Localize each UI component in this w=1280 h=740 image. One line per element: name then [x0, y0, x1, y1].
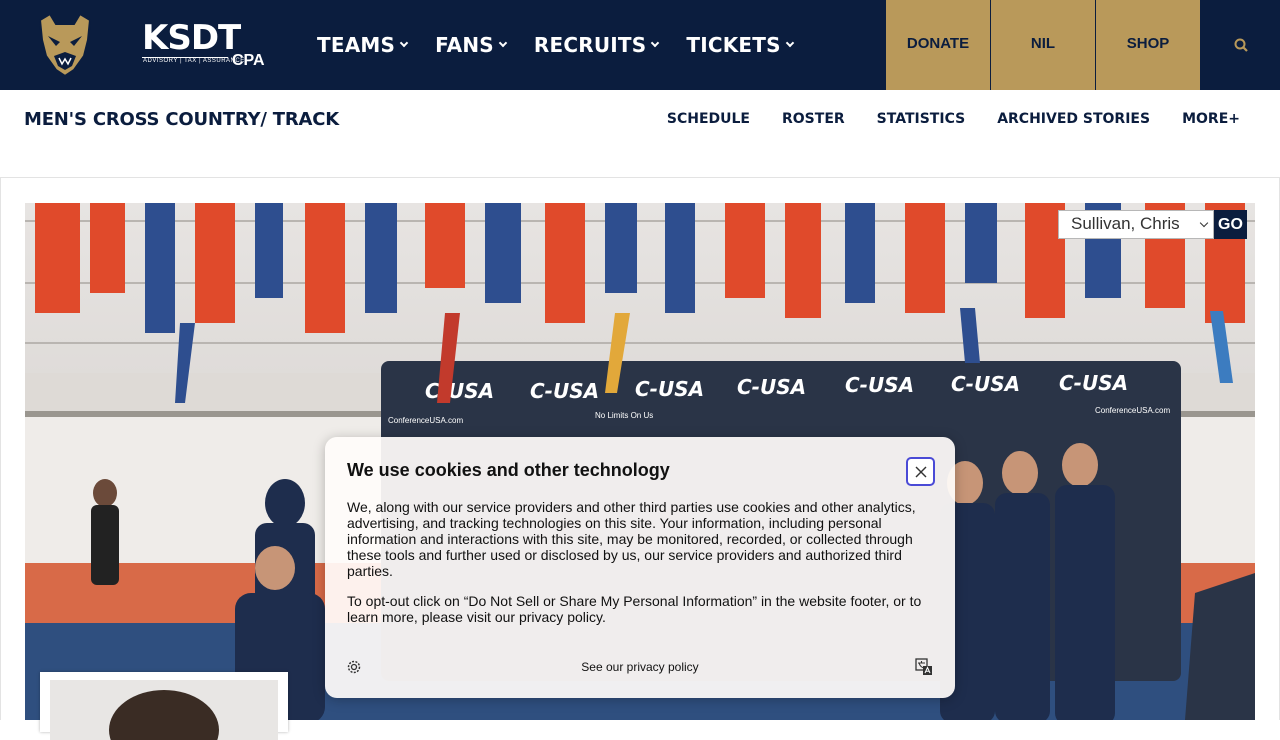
subnav-schedule[interactable]: SCHEDULE	[667, 111, 750, 127]
svg-text:C-USA: C-USA	[530, 379, 599, 403]
player-select[interactable]: Sullivan, Chris	[1058, 210, 1214, 239]
banner-url: ConferenceUSA.com	[388, 416, 463, 425]
panther-logo[interactable]	[34, 12, 96, 78]
close-button[interactable]	[906, 457, 935, 486]
nav-fans-label: FANS	[435, 33, 494, 57]
nav-teams[interactable]: TEAMS	[317, 30, 409, 60]
top-navigation-bar: KSDT ADVISORY | TAX | ASSURANCE CPA TEAM…	[0, 0, 1280, 90]
donate-button[interactable]: DONATE	[886, 0, 990, 90]
banner-brand: C-USA	[425, 379, 494, 403]
search-icon	[1234, 38, 1248, 52]
nav-teams-label: TEAMS	[317, 33, 396, 57]
svg-text:C-USA: C-USA	[1059, 371, 1128, 395]
player-headshot	[50, 680, 278, 740]
close-icon	[915, 466, 926, 477]
cookie-optout-text: To opt-out click on “Do Not Sell or Shar…	[347, 593, 922, 625]
chevron-down-icon	[785, 38, 794, 48]
privacy-policy-link[interactable]: See our privacy policy	[325, 660, 955, 674]
subnav-statistics[interactable]: STATISTICS	[877, 111, 966, 127]
sponsor-tagline: ADVISORY | TAX | ASSURANCE	[143, 58, 245, 64]
subnav-roster[interactable]: ROSTER	[782, 111, 845, 127]
sport-subnav: MEN'S CROSS COUNTRY/ TRACK SCHEDULE ROST…	[0, 90, 1280, 178]
chevron-down-icon	[399, 38, 409, 48]
translate-icon[interactable]	[915, 658, 933, 681]
banner-slogan: No Limits On Us	[595, 411, 653, 420]
sponsor-name: KSDT	[142, 18, 241, 58]
cookie-title: We use cookies and other technology	[347, 460, 670, 480]
sponsor-suffix: CPA	[232, 52, 265, 69]
sport-links: SCHEDULE ROSTER STATISTICS ARCHIVED STOR…	[635, 111, 1240, 127]
chevron-down-icon	[651, 38, 660, 48]
chevron-down-icon	[498, 38, 508, 48]
sponsor-logo[interactable]: KSDT ADVISORY | TAX | ASSURANCE CPA	[140, 20, 266, 72]
svg-text:ConferenceUSA.com: ConferenceUSA.com	[1095, 406, 1170, 415]
nav-fans[interactable]: FANS	[435, 30, 508, 60]
svg-text:C-USA: C-USA	[845, 373, 914, 397]
sport-title[interactable]: MEN'S CROSS COUNTRY/ TRACK	[24, 109, 339, 130]
chevron-down-icon	[1199, 218, 1209, 228]
subnav-more[interactable]: MORE+	[1182, 111, 1240, 127]
nil-button[interactable]: NIL	[991, 0, 1095, 90]
player-headshot-card	[40, 672, 288, 740]
nav-tickets-label: TICKETS	[686, 33, 781, 57]
shop-button[interactable]: SHOP	[1096, 0, 1200, 90]
main-nav: TEAMS FANS RECRUITS TICKETS	[317, 30, 821, 60]
nav-recruits[interactable]: RECRUITS	[533, 30, 660, 60]
player-select-value: Sullivan, Chris	[1071, 214, 1180, 233]
nav-tickets[interactable]: TICKETS	[686, 30, 794, 60]
svg-text:C-USA: C-USA	[951, 372, 1020, 396]
nav-recruits-label: RECRUITS	[533, 33, 647, 57]
go-button[interactable]: GO	[1214, 210, 1247, 239]
search-button[interactable]	[1201, 0, 1280, 90]
cookie-body: We, along with our service providers and…	[347, 499, 916, 579]
svg-text:C-USA: C-USA	[737, 375, 806, 399]
cookie-consent-dialog: We use cookies and other technology We, …	[325, 437, 955, 698]
svg-text:C-USA: C-USA	[635, 377, 704, 401]
subnav-archived-stories[interactable]: ARCHIVED STORIES	[997, 111, 1150, 127]
